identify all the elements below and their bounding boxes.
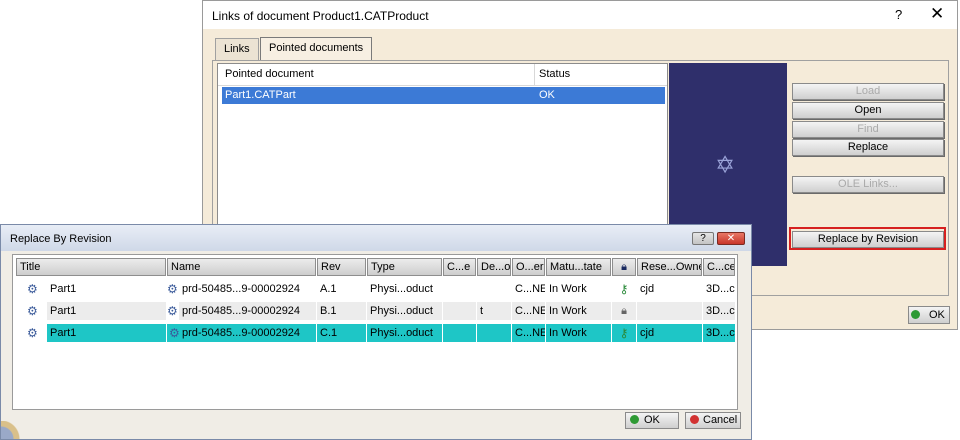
dialog-cancel-label: Cancel <box>703 414 738 426</box>
dialog-help-icon[interactable]: ? <box>692 232 714 245</box>
cell-type: Physi...oduct <box>367 302 442 320</box>
cancel-icon <box>690 415 699 424</box>
dialog-ok-button[interactable]: OK <box>625 412 679 429</box>
tab-links[interactable]: Links <box>215 38 259 60</box>
cell-type: Physi...oduct <box>367 324 442 342</box>
cell-ce <box>443 324 476 342</box>
column-header-name[interactable]: Name <box>167 258 316 276</box>
table-row[interactable]: ⚙ Part1 ⚙ prd-50485...9-00002924 B.1 Phy… <box>13 302 737 320</box>
cell-cce: 3D...ce <box>703 302 735 320</box>
replace-by-revision-dialog: Replace By Revision ? ✕ Title Name Rev T… <box>0 224 752 440</box>
open-button[interactable]: Open <box>792 102 944 119</box>
dialog-close-icon[interactable]: ✕ <box>717 232 745 245</box>
part-icon: ⚙ <box>27 304 38 318</box>
key-icon: ⚷ <box>612 324 636 342</box>
cell-oer: C...NE <box>515 283 545 295</box>
cell-name: prd-50485...9-00002924 <box>179 302 316 320</box>
column-header-title[interactable]: Title <box>16 258 166 276</box>
cell-type: Physi...oduct <box>370 283 433 295</box>
cell-maturity: In Work <box>546 302 611 320</box>
cell-rev: C.1 <box>317 324 366 342</box>
cell-name: prd-50485...9-00002924 <box>182 283 301 295</box>
document-name: Part1.CATPart <box>225 89 296 101</box>
revisions-grid: Title Name Rev Type C...e De...on O...er… <box>12 254 738 410</box>
links-ok-button[interactable]: OK <box>908 306 950 324</box>
dialog-cancel-button[interactable]: Cancel <box>685 412 741 429</box>
replace-button[interactable]: Replace <box>792 139 944 156</box>
cell-maturity: In Work <box>549 283 587 295</box>
column-header-ce[interactable]: C...e <box>443 258 476 276</box>
part-icon: ⚙ <box>27 282 38 296</box>
cell-cce: 3D...ce <box>703 324 735 342</box>
part-icon: ⚙ <box>27 326 38 340</box>
find-button[interactable]: Find <box>792 121 944 138</box>
cell-maturity: In Work <box>546 324 611 342</box>
cell-reserve-owner <box>637 302 702 320</box>
cell-title: Part1 <box>47 302 166 320</box>
cell-ce <box>443 302 476 320</box>
ok-icon <box>630 415 639 424</box>
column-header-deon[interactable]: De...on <box>477 258 511 276</box>
ole-links-button[interactable]: OLE Links... <box>792 176 944 193</box>
column-header-pointed-document[interactable]: Pointed document <box>225 68 314 80</box>
cell-oer: C...NE <box>512 302 545 320</box>
dialog-titlebar[interactable]: Replace By Revision ? ✕ <box>1 225 751 251</box>
table-row[interactable]: ⚙ Part1 ⚙ prd-50485...9-00002924 A.1 Phy… <box>13 280 737 298</box>
cell-cce: 3D...ce <box>706 283 735 295</box>
links-titlebar[interactable]: Links of document Product1.CATProduct ? … <box>203 1 957 29</box>
lock-closed-icon: 🔒︎ <box>612 302 636 320</box>
table-header: Pointed document Status <box>218 64 667 86</box>
column-header-lock[interactable]: 🔒︎ <box>612 258 636 276</box>
cell-reserve-owner: cjd <box>637 324 702 342</box>
cell-oer: C...NE <box>512 324 545 342</box>
cell-rev: B.1 <box>317 302 366 320</box>
help-icon[interactable]: ? <box>895 7 902 22</box>
document-status: OK <box>539 89 555 101</box>
cell-deon <box>477 324 511 342</box>
dialog-ok-label: OK <box>644 414 660 426</box>
cell-name: prd-50485...9-00002924 <box>167 324 316 342</box>
ok-icon <box>911 310 920 319</box>
tab-pointed-documents[interactable]: Pointed documents <box>260 37 373 61</box>
column-header-type[interactable]: Type <box>367 258 442 276</box>
key-icon: ⚷ <box>619 282 629 296</box>
part-icon: ⚙ <box>167 304 178 318</box>
lock-icon: 🔒︎ <box>621 261 627 273</box>
table-row[interactable]: ⚙ Part1 prd-50485...9-00002924 ⚙ C.1 Phy… <box>13 324 737 342</box>
cell-title: Part1 <box>47 324 166 342</box>
column-header-cce[interactable]: C...ce <box>703 258 735 276</box>
cell-deon <box>477 280 511 298</box>
part-icon: ⚙ <box>169 326 180 340</box>
column-header-reserve-owner[interactable]: Rese...Owner <box>637 258 702 276</box>
part-icon: ⚙ <box>167 282 178 296</box>
compass-icon: ✡ <box>715 152 736 179</box>
highlight-box <box>789 227 946 250</box>
column-header-status[interactable]: Status <box>539 68 570 80</box>
corner-decoration <box>1 421 45 439</box>
table-row[interactable]: Part1.CATPart OK <box>222 87 665 104</box>
dialog-title: Replace By Revision <box>10 233 112 245</box>
close-icon[interactable]: ✕ <box>930 4 944 24</box>
links-ok-label: OK <box>929 309 945 321</box>
cell-reserve-owner: cjd <box>640 283 655 295</box>
pointed-documents-table: Pointed document Status Part1.CATPart OK <box>217 63 668 228</box>
load-button[interactable]: Load <box>792 83 944 100</box>
cell-ce <box>443 280 476 298</box>
cell-title: Part1 <box>50 283 77 295</box>
column-header-maturity-state[interactable]: Matu...tate <box>546 258 611 276</box>
column-header-rev[interactable]: Rev <box>317 258 366 276</box>
cell-deon: t <box>477 302 511 320</box>
cell-rev: A.1 <box>320 283 337 295</box>
column-header-oer[interactable]: O...er <box>512 258 545 276</box>
links-window-title: Links of document Product1.CATProduct <box>212 9 429 23</box>
